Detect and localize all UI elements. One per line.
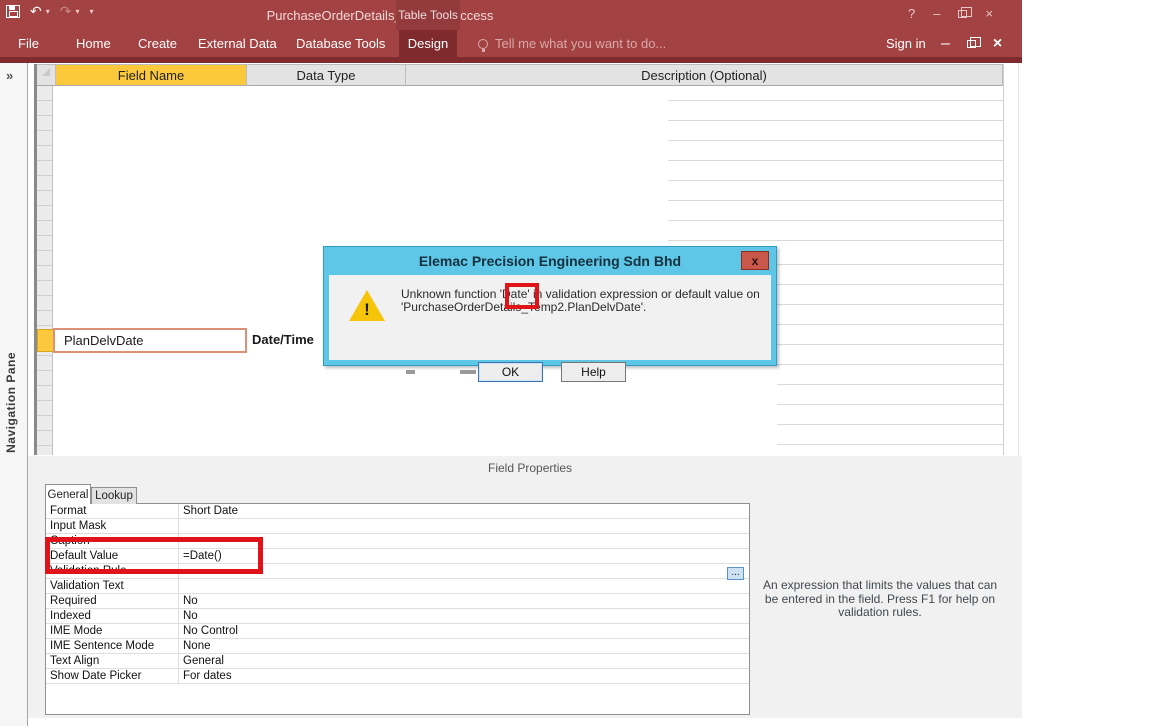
property-row-text-align[interactable]: Text Align General [46, 654, 749, 669]
access-window: ↶ ▾ ↷ ▾ ▾ PurchaseOrderDetails_Temp2 - Acc… [0, 0, 1022, 726]
ribbon-divider [0, 57, 1022, 63]
corner-triangle-icon [42, 68, 50, 76]
contextual-tab-group: Table Tools [396, 0, 460, 30]
properties-table: Format Short Date Input Mask Caption Defa… [45, 503, 750, 715]
restore-icon[interactable] [966, 36, 981, 48]
minimize-icon[interactable]: – [941, 35, 950, 53]
description-gridlines-lower [777, 245, 1003, 450]
description-gridlines-upper [668, 81, 1003, 245]
property-row-ime-mode[interactable]: IME Mode No Control [46, 624, 749, 639]
ok-button[interactable]: OK [478, 362, 543, 382]
property-row-indexed[interactable]: Indexed No [46, 609, 749, 624]
tell-me-box[interactable]: Tell me what you want to do... [478, 30, 666, 57]
tab-external-data[interactable]: External Data [188, 30, 287, 57]
tab-design[interactable]: Design [399, 30, 457, 57]
obscured-text-fragment [406, 370, 415, 374]
property-row-validation-text[interactable]: Validation Text [46, 579, 749, 594]
help-button[interactable]: Help [561, 362, 626, 382]
property-row-show-date-picker[interactable]: Show Date Picker For dates [46, 669, 749, 684]
tab-database-tools[interactable]: Database Tools [286, 30, 395, 57]
tab-general[interactable]: General [45, 484, 91, 504]
warning-icon [349, 290, 385, 321]
dialog-close-button[interactable]: x [741, 251, 769, 270]
row-selector-column[interactable] [37, 86, 53, 455]
property-row-input-mask[interactable]: Input Mask [46, 519, 749, 534]
navigation-pane-label: Navigation Pane [4, 352, 18, 453]
field-properties-label: Field Properties [488, 461, 573, 475]
dialog-title: Elemac Precision Engineering Sdn Bhd [418, 253, 682, 269]
window-title: PurchaseOrderDetails_Temp2 - Access [266, 8, 494, 23]
help-icon[interactable]: ? [908, 6, 915, 21]
column-header-field-name[interactable]: Field Name [56, 64, 247, 86]
tell-me-label: Tell me what you want to do... [495, 36, 667, 51]
dialog-body: Unknown function 'Date' in validation ex… [329, 275, 771, 382]
dialog-message: Unknown function 'Date' in validation ex… [401, 287, 760, 314]
sign-in-button[interactable]: Sign in [886, 30, 926, 57]
tab-create[interactable]: Create [128, 30, 187, 57]
annotation-box-default-value [45, 537, 263, 574]
property-row-required[interactable]: Required No [46, 594, 749, 609]
data-type-cell[interactable]: Date/Time [252, 332, 314, 347]
minimize-icon[interactable]: – [933, 6, 940, 21]
property-row-ime-sentence-mode[interactable]: IME Sentence Mode None [46, 639, 749, 654]
grid-right-border [1003, 64, 1004, 455]
property-row-format[interactable]: Format Short Date [46, 504, 749, 519]
obscured-text-fragment [460, 370, 476, 374]
close-icon[interactable]: × [985, 6, 993, 21]
tab-file[interactable]: File [8, 30, 49, 57]
restore-icon[interactable] [958, 7, 973, 18]
expression-builder-button[interactable]: ... [727, 567, 744, 580]
error-dialog: Elemac Precision Engineering Sdn Bhd x U… [323, 246, 777, 382]
tab-home[interactable]: Home [66, 30, 121, 57]
grid-corner-cell[interactable] [37, 64, 56, 86]
column-header-data-type[interactable]: Data Type [247, 64, 406, 86]
title-bar: ↶ ▾ ↷ ▾ ▾ PurchaseOrderDetails_Temp2 - Acc… [0, 0, 1022, 30]
tab-lookup[interactable]: Lookup [91, 487, 137, 504]
expand-navigation-icon[interactable]: » [6, 68, 13, 83]
property-help-text: An expression that limits the values tha… [762, 578, 998, 619]
ribbon-tab-row: File Home Create External Data Database … [0, 30, 1022, 57]
selected-row-selector[interactable] [37, 329, 54, 352]
close-icon[interactable]: × [993, 35, 1002, 53]
field-name-cell[interactable]: PlanDelvDate [53, 328, 247, 353]
annotation-box-date-function [505, 283, 539, 309]
lightbulb-icon [478, 38, 488, 52]
